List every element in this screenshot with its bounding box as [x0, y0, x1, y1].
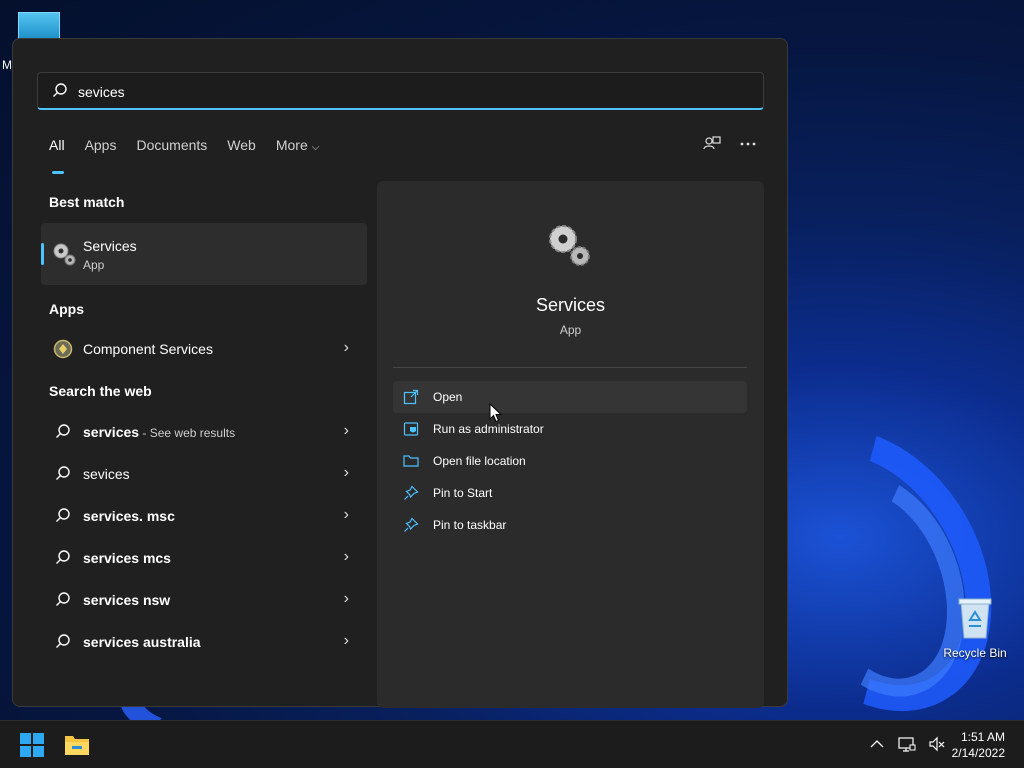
chevron-right-icon: ›: [343, 548, 349, 565]
web-result[interactable]: services nsw ›: [41, 581, 367, 619]
component-services-icon: [53, 339, 73, 362]
best-match-type: App: [83, 258, 105, 272]
recycle-bin-shortcut[interactable]: Recycle Bin: [938, 596, 1012, 660]
pin-icon: [403, 485, 419, 504]
action-pin-to-start[interactable]: Pin to Start: [393, 477, 747, 509]
search-icon: [52, 82, 68, 102]
clock-time: 1:51 AM: [960, 730, 1005, 744]
chevron-up-icon[interactable]: [868, 735, 886, 753]
mouse-cursor-icon: [489, 402, 503, 427]
folder-icon: [65, 736, 89, 755]
search-icon: [55, 507, 71, 526]
search-icon: [55, 633, 71, 652]
preview-title: Services: [535, 295, 606, 315]
clock-date: 2/14/2022: [951, 746, 1005, 760]
web-result-label: services mcs: [83, 550, 171, 566]
search-icon: [55, 423, 71, 442]
chevron-right-icon: ›: [343, 632, 349, 649]
file-explorer-button[interactable]: [64, 733, 90, 757]
web-result-bold: services nsw: [83, 592, 171, 608]
tab-web[interactable]: Web: [227, 137, 256, 167]
search-box[interactable]: [37, 72, 764, 110]
speaker-muted-icon[interactable]: [928, 735, 946, 753]
search-web-heading: Search the web: [49, 383, 152, 399]
desktop-icon-label-partial: M: [2, 58, 12, 72]
divider: [393, 367, 747, 368]
app-result-label: Component Services: [83, 341, 213, 357]
web-result[interactable]: sevices ›: [41, 455, 367, 493]
search-icon: [55, 549, 71, 568]
search-icon: [55, 465, 71, 484]
best-match-heading: Best match: [49, 194, 125, 210]
tab-all[interactable]: All: [49, 137, 65, 174]
top-actions: [703, 135, 757, 153]
web-result-bold: services mcs: [83, 550, 171, 566]
system-clock[interactable]: 1:51 AM 2/14/2022: [952, 729, 1005, 761]
search-input[interactable]: [78, 81, 728, 103]
folder-icon: [403, 453, 419, 472]
web-result-bold: services australia: [83, 634, 201, 650]
web-result[interactable]: services - See web results ›: [41, 413, 367, 451]
windows-logo-icon: [20, 733, 44, 757]
web-result[interactable]: services. msc ›: [41, 497, 367, 535]
action-open-file-location[interactable]: Open file location: [393, 445, 747, 477]
web-result-suffix: - See web results: [139, 426, 236, 440]
gears-icon: [545, 221, 593, 273]
search-icon: [55, 591, 71, 610]
app-result-component-services[interactable]: Component Services ›: [41, 330, 367, 368]
pin-icon: [403, 517, 419, 536]
network-icon[interactable]: [898, 735, 916, 753]
action-run-as-admin[interactable]: Run as administrator: [393, 413, 747, 445]
action-label: Open: [433, 390, 463, 404]
web-result-label: services - See web results: [83, 424, 235, 440]
web-result-label: services nsw: [83, 592, 170, 608]
web-result-label: services. msc: [83, 508, 175, 524]
best-match-name: Services: [83, 238, 137, 254]
action-label: Pin to Start: [433, 486, 493, 500]
action-open[interactable]: Open: [393, 381, 747, 413]
tab-more[interactable]: More ⌵: [276, 137, 320, 167]
gears-icon: [51, 241, 77, 271]
filter-tabs: All Apps Documents Web More ⌵: [49, 137, 339, 174]
apps-heading: Apps: [49, 301, 84, 317]
chevron-right-icon: ›: [343, 506, 349, 523]
account-switch-icon[interactable]: [703, 135, 721, 153]
web-result[interactable]: services australia ›: [41, 623, 367, 661]
open-external-icon: [403, 389, 419, 408]
web-result-label: services australia: [83, 634, 201, 650]
action-pin-to-taskbar[interactable]: Pin to taskbar: [393, 509, 747, 541]
chevron-down-icon: ⌵: [311, 142, 320, 153]
desktop-icon-partial[interactable]: [18, 12, 60, 40]
preview-subtitle: App: [559, 323, 582, 337]
web-result-bold: services: [83, 424, 140, 440]
action-label: Pin to taskbar: [433, 518, 507, 532]
web-result-label: sevices: [83, 466, 130, 482]
tab-documents[interactable]: Documents: [136, 137, 207, 167]
preview-pane: Services App Open Run as administrator O…: [377, 181, 764, 708]
chevron-right-icon: ›: [343, 422, 349, 439]
recycle-bin-label: Recycle Bin: [943, 646, 1007, 660]
taskbar: 1:51 AM 2/14/2022: [0, 720, 1024, 768]
search-panel: All Apps Documents Web More⌵ Best match …: [12, 38, 788, 708]
chevron-right-icon: ›: [343, 590, 349, 607]
chevron-right-icon: ›: [343, 464, 349, 481]
more-options-icon[interactable]: [739, 135, 757, 153]
tab-apps[interactable]: Apps: [85, 137, 117, 167]
tab-more-label: More: [275, 137, 308, 153]
web-result-bold: services. msc: [83, 508, 175, 524]
start-button[interactable]: [20, 733, 44, 757]
system-tray: [868, 735, 946, 753]
shield-window-icon: [403, 421, 419, 440]
chevron-right-icon: ›: [343, 339, 349, 356]
recycle-bin-icon: [957, 596, 993, 640]
action-label: Open file location: [433, 454, 526, 468]
web-result[interactable]: services mcs ›: [41, 539, 367, 577]
best-match-item[interactable]: Services App: [41, 223, 367, 285]
